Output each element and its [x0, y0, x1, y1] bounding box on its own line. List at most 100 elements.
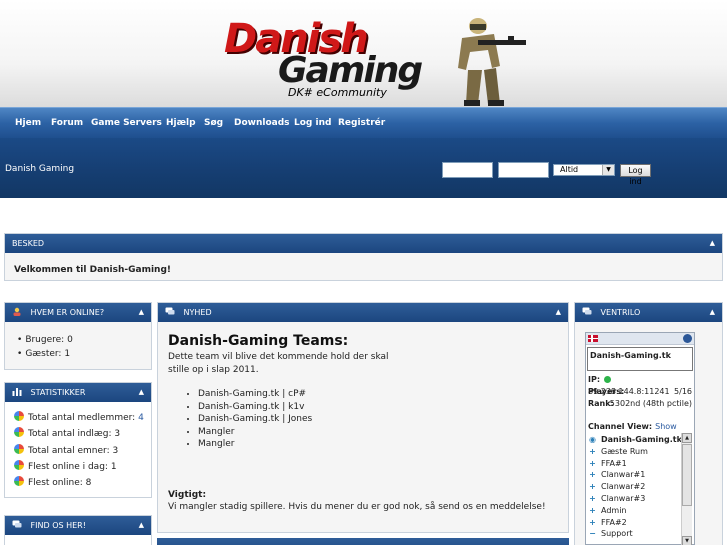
- nav-forum[interactable]: Forum: [51, 118, 83, 128]
- stats-panel: STATISTIKKER ▲ Total antal medlemmer: 4 …: [4, 382, 152, 498]
- comment-icon: [582, 307, 592, 315]
- ventrilo-header: VENTRILO ▲: [575, 303, 722, 322]
- news-text: Vi mangler stadig spillere. Hvis du mene…: [168, 502, 546, 512]
- next-panel-header: [157, 538, 569, 545]
- site-name: Danish Gaming: [5, 164, 75, 174]
- collapse-icon[interactable]: ▲: [710, 303, 715, 322]
- ventrilo-logo-icon[interactable]: [683, 334, 692, 343]
- globe-icon: [14, 427, 24, 438]
- scroll-thumb[interactable]: [682, 444, 692, 506]
- minus-icon: −: [589, 529, 596, 539]
- users-icon: [13, 307, 21, 316]
- channel-item[interactable]: + Admin: [588, 505, 680, 517]
- channel-view: Channel View: Show: [588, 422, 677, 431]
- plus-icon: +: [589, 446, 596, 456]
- channel-item[interactable]: + Clanwar#2: [588, 481, 680, 493]
- session-length-select[interactable]: Altid ▼: [553, 164, 615, 176]
- server-icon: ◉: [589, 435, 596, 444]
- online-users: Brugere: 0: [17, 333, 73, 347]
- chevron-down-icon: ▼: [602, 165, 614, 175]
- server-name: Danish-Gaming.tk: [587, 347, 693, 371]
- site-header: Danish Gaming DK# eCommunity: [0, 0, 727, 107]
- online-title: HVEM ER ONLINE?: [30, 308, 105, 317]
- next-panel: [157, 538, 569, 545]
- site-logo[interactable]: Danish Gaming DK# eCommunity: [224, 16, 424, 100]
- channel-scrollbar[interactable]: ▲ ▼: [681, 433, 692, 545]
- server-rank: 5302nd (48th pctile): [609, 399, 692, 408]
- collapse-icon[interactable]: ▲: [710, 234, 715, 253]
- scroll-down-icon[interactable]: ▼: [682, 536, 692, 545]
- list-item: Danish-Gaming.tk | Jones: [198, 413, 312, 426]
- stat-row: Total antal indlæg: 3: [14, 426, 144, 442]
- stat-row: Total antal emner: 3: [14, 443, 144, 459]
- channel-item[interactable]: + FFA#2: [588, 517, 680, 529]
- channel-item[interactable]: + Clanwar#1: [588, 469, 680, 481]
- server-info: IP:89.238.144.8:11241 Players: 5/16 Rank:…: [588, 375, 692, 408]
- plus-icon: +: [589, 493, 596, 503]
- collapse-icon[interactable]: ▲: [139, 303, 144, 322]
- nav-game-servers[interactable]: Game Servers: [91, 118, 162, 128]
- ventrilo-title: VENTRILO: [600, 308, 641, 317]
- password-input[interactable]: [498, 162, 549, 178]
- collapse-icon[interactable]: ▲: [139, 383, 144, 402]
- login-button[interactable]: Log ind: [620, 164, 651, 186]
- plus-icon: +: [589, 482, 596, 492]
- channel-item[interactable]: − Support: [588, 528, 680, 540]
- online-body: Brugere: 0 Gæster: 1: [5, 322, 151, 369]
- comment-icon: [165, 307, 175, 315]
- status-online-icon: [604, 376, 612, 383]
- plus-icon: +: [589, 517, 596, 527]
- chart-icon: [12, 388, 22, 396]
- besked-body: Velkommen til Danish-Gaming!: [5, 253, 722, 280]
- channel-item[interactable]: + Gæste Rum: [588, 446, 680, 458]
- globe-icon: [14, 443, 24, 454]
- soldier-image: [458, 18, 526, 106]
- globe-icon: [14, 411, 24, 421]
- find-header: FIND OS HER! ▲: [5, 516, 151, 535]
- welcome-message: Velkommen til Danish-Gaming!: [14, 265, 172, 275]
- stat-row: Flest online: 8: [14, 475, 144, 491]
- stats-title: STATISTIKKER: [30, 388, 86, 397]
- plus-icon: +: [589, 470, 596, 480]
- list-item: Mangler: [198, 438, 312, 451]
- session-length-value: Altid: [560, 165, 579, 174]
- stat-row: Total antal medlemmer: 4: [14, 410, 144, 426]
- logo-line2: Gaming: [278, 50, 423, 91]
- nav-registrer[interactable]: Registrér: [338, 118, 385, 128]
- news-heading: Danish-Gaming Teams:: [168, 333, 349, 349]
- collapse-icon[interactable]: ▲: [139, 516, 144, 535]
- collapse-icon[interactable]: ▲: [556, 303, 561, 322]
- channel-tree: ◉ Danish-Gaming.tk + Gæste Rum + FFA#1 + Cla…: [588, 434, 682, 540]
- channel-item[interactable]: + FFA#1: [588, 458, 680, 470]
- show-link[interactable]: Show: [655, 422, 677, 431]
- news-body: Danish-Gaming Teams: Dette team vil bliv…: [158, 322, 568, 532]
- main-nav: Hjem Forum Game Servers Hjælp Søg Downlo…: [0, 107, 727, 138]
- besked-title: BESKED: [12, 239, 45, 248]
- nav-hjem[interactable]: Hjem: [15, 118, 41, 128]
- stats-header: STATISTIKKER ▲: [5, 383, 151, 402]
- news-header: NYHED ▲: [158, 303, 568, 322]
- stat-row: Flest online i dag: 1: [14, 459, 144, 475]
- nav-sog[interactable]: Søg: [204, 118, 223, 128]
- list-item: Danish-Gaming.tk | cP#: [198, 388, 312, 401]
- plus-icon: +: [589, 505, 596, 515]
- find-title: FIND OS HER!: [30, 521, 86, 530]
- username-input[interactable]: [442, 162, 493, 178]
- flag-icon: [588, 335, 598, 342]
- besked-header: BESKED ▲: [5, 234, 722, 253]
- news-subheading: Vigtigt:: [168, 490, 207, 500]
- login-bar: [0, 138, 727, 198]
- plus-icon: +: [589, 458, 596, 468]
- news-title-label: NYHED: [183, 308, 212, 317]
- channel-root[interactable]: ◉ Danish-Gaming.tk: [588, 434, 682, 446]
- comment-icon: [12, 520, 22, 528]
- news-intro: Dette team vil blive det kommende hold d…: [168, 352, 389, 375]
- globe-icon: [14, 459, 24, 470]
- find-panel: FIND OS HER! ▲: [4, 515, 152, 545]
- scroll-up-icon[interactable]: ▲: [682, 433, 692, 443]
- channel-item[interactable]: + Clanwar#3: [588, 493, 680, 505]
- online-guests: Gæster: 1: [17, 347, 73, 361]
- nav-downloads[interactable]: Downloads: [234, 118, 290, 128]
- nav-hjaelp[interactable]: Hjælp: [166, 118, 196, 128]
- nav-log-ind[interactable]: Log ind: [294, 118, 331, 128]
